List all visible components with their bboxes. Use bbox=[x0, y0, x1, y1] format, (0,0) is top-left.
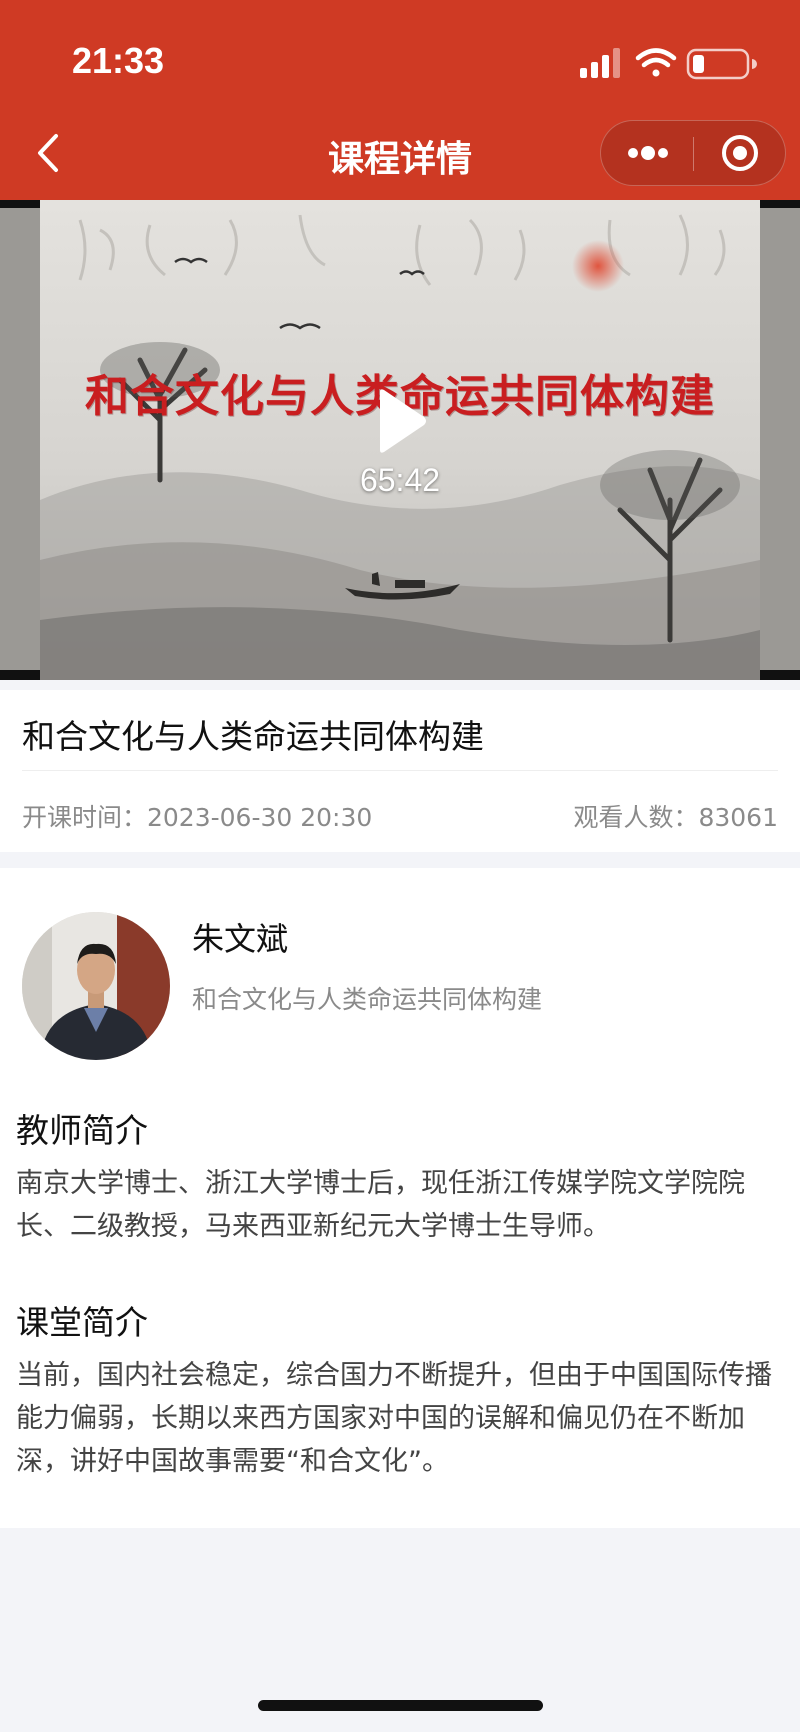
viewer-count: 观看人数：83061 bbox=[573, 803, 778, 832]
mini-program-capsule bbox=[600, 120, 786, 186]
class-intro-heading: 课堂简介 bbox=[16, 1303, 148, 1342]
teacher-course-title: 和合文化与人类命运共同体构建 bbox=[192, 985, 543, 1014]
teacher-intro-text: 南京大学博士、浙江大学博士后，现任浙江传媒学院文学院院长、二级教授，马来西亚新纪… bbox=[16, 1168, 745, 1242]
cellular-signal-icon bbox=[580, 48, 620, 78]
status-icons bbox=[580, 48, 757, 80]
wifi-icon bbox=[635, 48, 677, 77]
video-player[interactable]: 和合文化与人类命运共同体构建 65:42 bbox=[0, 200, 800, 680]
top-bar: 21:33 课程详情 bbox=[0, 0, 800, 200]
class-intro-text: 当前，国内社会稳定，综合国力不断提升，但由于中国国际传播能力偏弱，长期以来西方国… bbox=[16, 1360, 772, 1477]
course-title: 和合文化与人类命运共同体构建 bbox=[22, 717, 484, 756]
video-duration: 65:42 bbox=[359, 462, 441, 498]
divider bbox=[22, 770, 778, 771]
target-icon[interactable] bbox=[694, 121, 786, 185]
course-start-time: 开课时间：2023-06-30 20:30 bbox=[22, 803, 373, 832]
status-time: 21:33 bbox=[72, 40, 165, 81]
teacher-intro-heading: 教师简介 bbox=[16, 1111, 148, 1150]
teacher-name: 朱文斌 bbox=[192, 920, 289, 958]
teacher-avatar bbox=[22, 912, 170, 1060]
more-dots-icon[interactable] bbox=[601, 121, 693, 185]
course-info-card: 和合文化与人类命运共同体构建 开课时间：2023-06-30 20:30 观看人… bbox=[0, 690, 800, 852]
home-indicator bbox=[258, 1700, 543, 1711]
battery-icon bbox=[686, 48, 757, 80]
course-detail-card: 朱文斌 和合文化与人类命运共同体构建 教师简介 南京大学博士、浙江大学博士后，现… bbox=[0, 868, 800, 1528]
play-icon[interactable] bbox=[372, 386, 428, 456]
